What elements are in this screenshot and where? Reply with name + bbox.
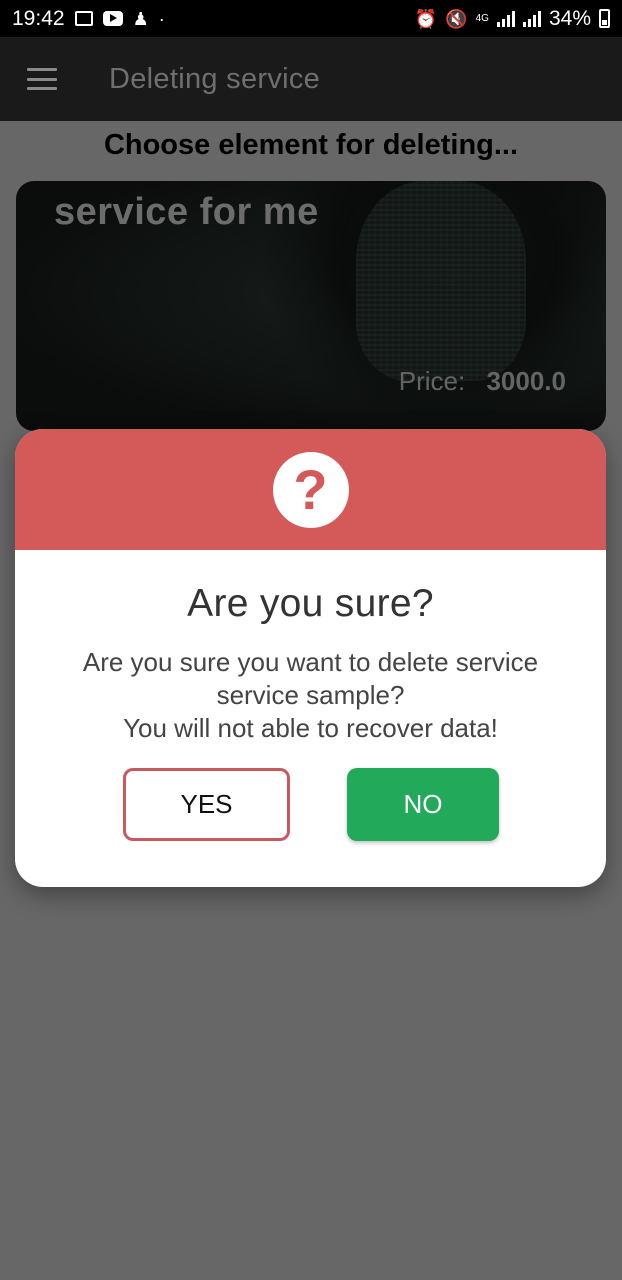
screen: 19:42 ♟ · ⏰ 🔇 4G 34% Deleting service Ch… — [0, 0, 622, 1280]
hamburger-menu-icon[interactable] — [27, 68, 57, 90]
dialog-message-line: service sample? — [216, 680, 405, 710]
confirm-dialog: ? Are you sure? Are you sure you want to… — [15, 429, 606, 887]
battery-icon — [599, 9, 610, 28]
image-icon — [74, 11, 93, 26]
signal-icon-2 — [522, 10, 541, 27]
no-button[interactable]: NO — [347, 768, 499, 841]
network-type-label: 4G — [475, 12, 489, 24]
mute-icon: 🔇 — [445, 8, 468, 29]
signal-icon — [496, 10, 515, 27]
status-right: ⏰ 🔇 4G 34% — [415, 7, 610, 31]
dialog-message-line: You will not able to recover data! — [123, 713, 498, 743]
yes-button[interactable]: YES — [123, 768, 290, 841]
alarm-icon: ⏰ — [414, 8, 438, 29]
battery-percent: 34% — [548, 6, 591, 30]
menu-line — [27, 87, 57, 90]
question-mark-icon: ? — [272, 451, 349, 528]
status-left: 19:42 ♟ · — [12, 7, 165, 31]
dialog-buttons: YES NO — [15, 768, 606, 842]
app-title: Deleting service — [109, 62, 321, 95]
youtube-icon — [102, 11, 123, 26]
menu-line — [27, 77, 57, 81]
dialog-message-line: Are you sure you want to delete service — [82, 647, 539, 677]
status-bar: 19:42 ♟ · ⏰ 🔇 4G 34% — [0, 0, 622, 37]
dialog-message: Are you sure you want to delete service … — [15, 646, 606, 745]
status-time: 19:42 — [12, 6, 65, 30]
dialog-title: Are you sure? — [187, 582, 434, 625]
app-bar: Deleting service — [0, 37, 622, 121]
dialog-header: ? — [15, 429, 606, 550]
notification-icon: ♟ — [132, 8, 149, 29]
menu-line — [27, 68, 57, 71]
dot-icon: · — [158, 8, 165, 29]
